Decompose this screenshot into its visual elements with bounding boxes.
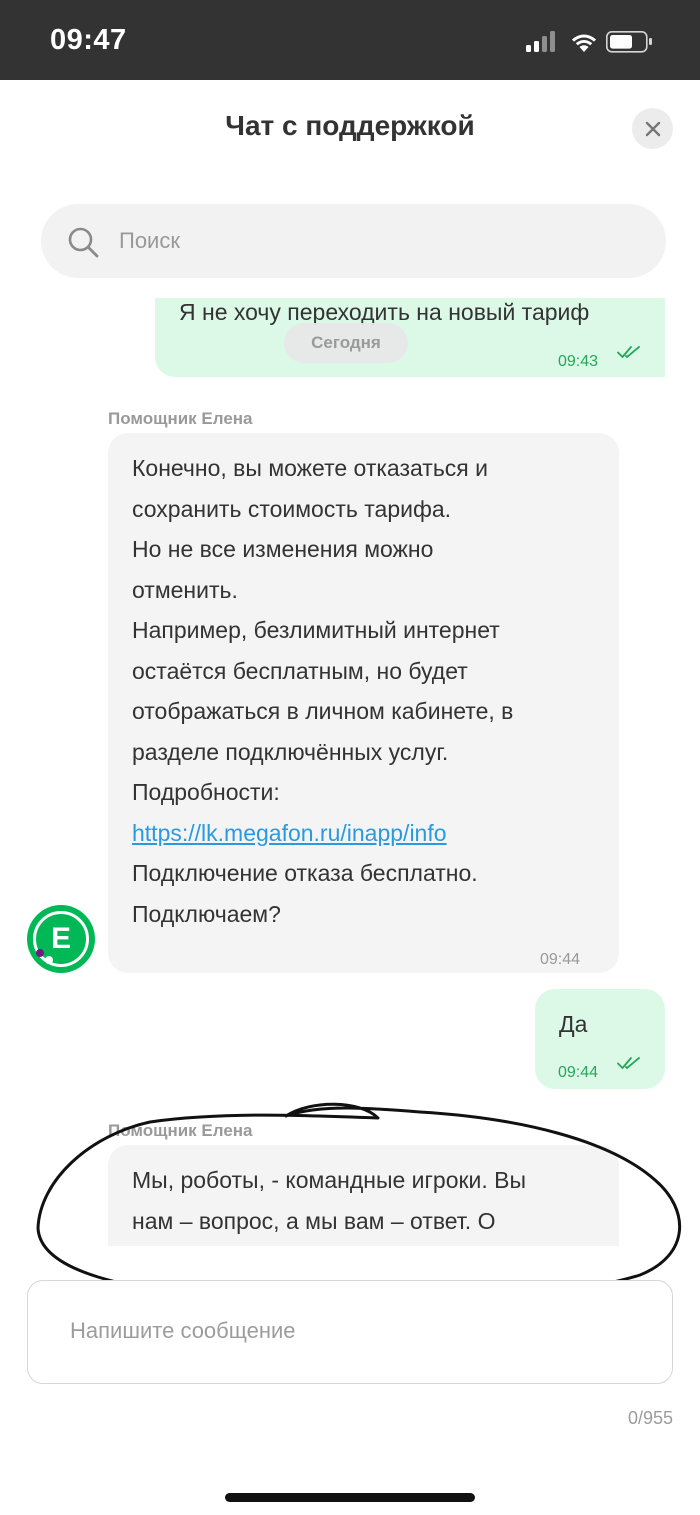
search-box[interactable] <box>41 204 666 278</box>
avatar-dot <box>45 956 53 964</box>
message-text: Да <box>559 1011 588 1037</box>
avatar-dot <box>36 949 44 957</box>
message-time: 09:44 <box>540 951 581 968</box>
message-line: Конечно, вы можете отказаться и <box>132 455 488 481</box>
chat-area[interactable]: Я не хочу переходить на новый тариф 09:4… <box>0 298 700 1246</box>
avatar-letter: E <box>33 911 89 967</box>
message-time: 09:44 <box>558 1064 599 1081</box>
info-link[interactable]: https://lk.megafon.ru/inapp/info <box>132 820 447 846</box>
message-line: Мы, роботы, - командные игроки. Вы <box>132 1167 527 1193</box>
outgoing-message[interactable]: Да 09:44 <box>535 989 665 1089</box>
double-check-icon <box>617 1057 640 1069</box>
page-title: Чат с поддержкой <box>225 110 475 141</box>
incoming-message[interactable]: Конечно, вы можете отказаться и сохранит… <box>108 433 619 973</box>
close-button[interactable] <box>632 108 673 149</box>
status-bar: 09:47 <box>0 0 700 80</box>
message-input[interactable] <box>70 1281 650 1381</box>
message-line: Но не все изменения можно <box>132 536 434 562</box>
message-line: разделе подключённых услуг. <box>132 738 449 765</box>
message-line: сохранить стоимость тарифа. <box>132 495 452 522</box>
message-line: Подробности: <box>132 779 280 805</box>
date-separator: Сегодня <box>284 323 408 363</box>
status-time: 09:47 <box>50 24 127 56</box>
message-line: отображаться в личном кабинете, в <box>132 698 514 724</box>
status-icons <box>526 30 672 54</box>
incoming-message[interactable]: Мы, роботы, - командные игроки. Вы нам –… <box>108 1145 619 1246</box>
message-text: Мы, роботы, - командные игроки. Вы нам –… <box>132 1160 612 1241</box>
search-icon <box>68 227 99 258</box>
message-line: Например, безлимитный интернет <box>132 617 500 643</box>
message-line: Подключаем? <box>132 900 281 927</box>
signal-icon <box>526 31 555 52</box>
message-time: 09:43 <box>558 353 599 370</box>
wifi-icon <box>572 34 596 52</box>
message-line: остаётся бесплатным, но будет <box>132 657 468 684</box>
search-input[interactable] <box>119 204 639 278</box>
battery-icon <box>606 31 652 53</box>
sender-name: Помощник Елена <box>108 409 253 428</box>
message-line: нам – вопрос, а мы вам – ответ. О <box>132 1207 496 1234</box>
message-text: Конечно, вы можете отказаться и сохранит… <box>132 448 612 934</box>
double-check-icon <box>617 346 640 358</box>
message-line: Подключение отказа бесплатно. <box>132 860 478 886</box>
outgoing-message[interactable]: Я не хочу переходить на новый тариф 09:4… <box>155 298 665 377</box>
message-line: отменить. <box>132 576 238 603</box>
character-counter: 0/955 <box>627 1408 673 1428</box>
assistant-avatar: E <box>27 905 95 973</box>
home-indicator[interactable] <box>225 1493 475 1502</box>
message-field[interactable] <box>27 1280 673 1384</box>
close-icon <box>645 121 660 136</box>
sender-name: Помощник Елена <box>108 1121 253 1140</box>
